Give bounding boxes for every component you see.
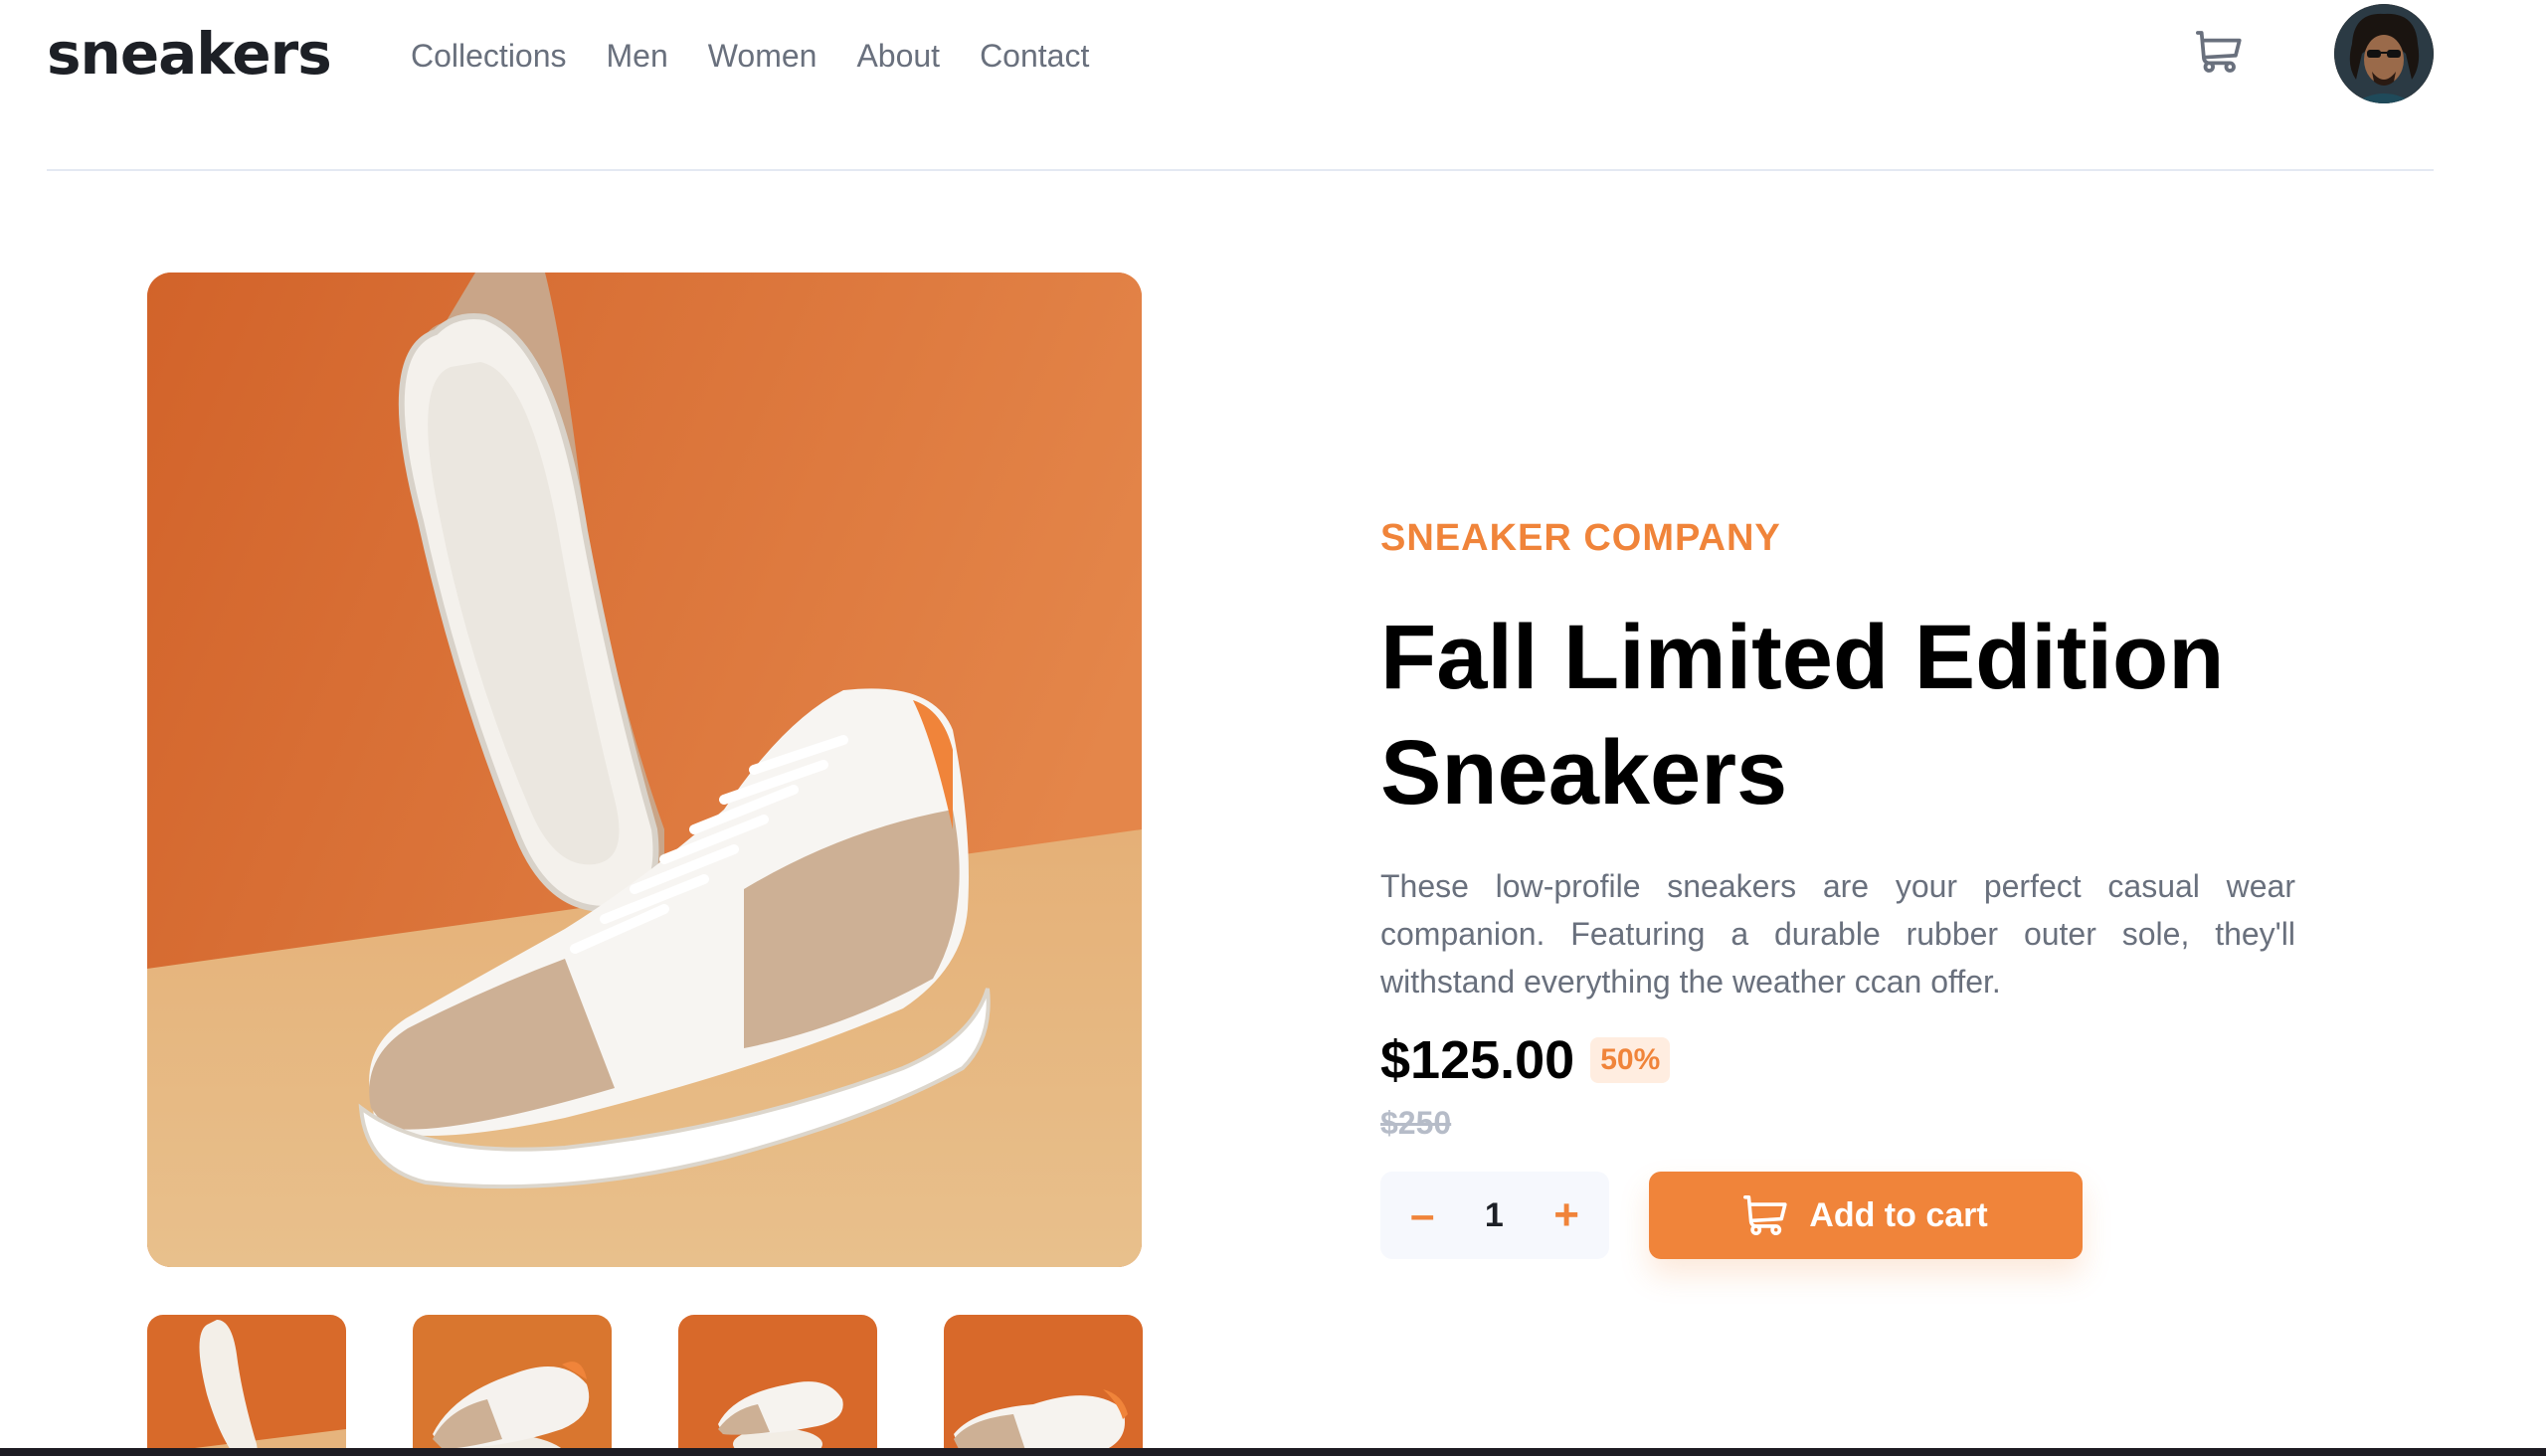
thumbnail-1[interactable] (147, 1315, 346, 1456)
nav-about[interactable]: About (856, 38, 940, 75)
product-info: SNEAKER COMPANY Fall Limited Edition Sne… (1380, 517, 2295, 1259)
window-bottom-edge (0, 1448, 2546, 1456)
main-product-image[interactable] (147, 273, 1142, 1267)
thumbnail-2[interactable] (413, 1315, 612, 1456)
decrement-button[interactable]: – (1410, 1193, 1434, 1237)
cart-icon (2196, 31, 2242, 73)
nav-contact[interactable]: Contact (980, 38, 1089, 75)
thumbnail-image-1 (147, 1315, 346, 1456)
thumbnail-4[interactable] (944, 1315, 1143, 1456)
logo[interactable]: sneakers (47, 20, 332, 88)
price-row: $125.00 50% (1380, 1029, 2295, 1091)
site-header: sneakers Collections Men Women About Con… (0, 0, 2546, 171)
purchase-actions: – 1 + Add to cart (1380, 1172, 2295, 1259)
cart-icon (1743, 1195, 1787, 1235)
discount-badge: 50% (1590, 1037, 1671, 1083)
nav-women[interactable]: Women (708, 38, 818, 75)
increment-button[interactable]: + (1553, 1193, 1579, 1237)
original-price: $250 (1380, 1105, 1452, 1141)
thumbnail-image-2 (413, 1315, 612, 1456)
cart-button[interactable] (2196, 30, 2246, 80)
quantity-value: 1 (1484, 1195, 1504, 1234)
thumbnail-strip (147, 1315, 1143, 1456)
avatar-image (2334, 4, 2434, 103)
thumbnail-image-4 (944, 1315, 1143, 1456)
thumbnail-3[interactable] (678, 1315, 877, 1456)
sneaker-image (147, 273, 1142, 1267)
add-to-cart-button[interactable]: Add to cart (1649, 1172, 2083, 1259)
product-page: sneakers Collections Men Women About Con… (0, 0, 2546, 1456)
add-to-cart-label: Add to cart (1809, 1195, 1988, 1234)
product-description: These low-profile sneakers are your perf… (1380, 868, 2295, 1000)
main-nav: Collections Men Women About Contact (411, 38, 1089, 75)
thumbnail-image-3 (678, 1315, 877, 1456)
nav-men[interactable]: Men (607, 38, 668, 75)
quantity-stepper: – 1 + (1380, 1172, 1609, 1259)
company-name: SNEAKER COMPANY (1380, 517, 1781, 559)
current-price: $125.00 (1380, 1030, 1575, 1090)
product-title: Fall Limited Edition Sneakers (1380, 607, 2225, 823)
nav-collections[interactable]: Collections (411, 38, 567, 75)
user-avatar[interactable] (2334, 4, 2434, 103)
header-divider (47, 169, 2434, 171)
